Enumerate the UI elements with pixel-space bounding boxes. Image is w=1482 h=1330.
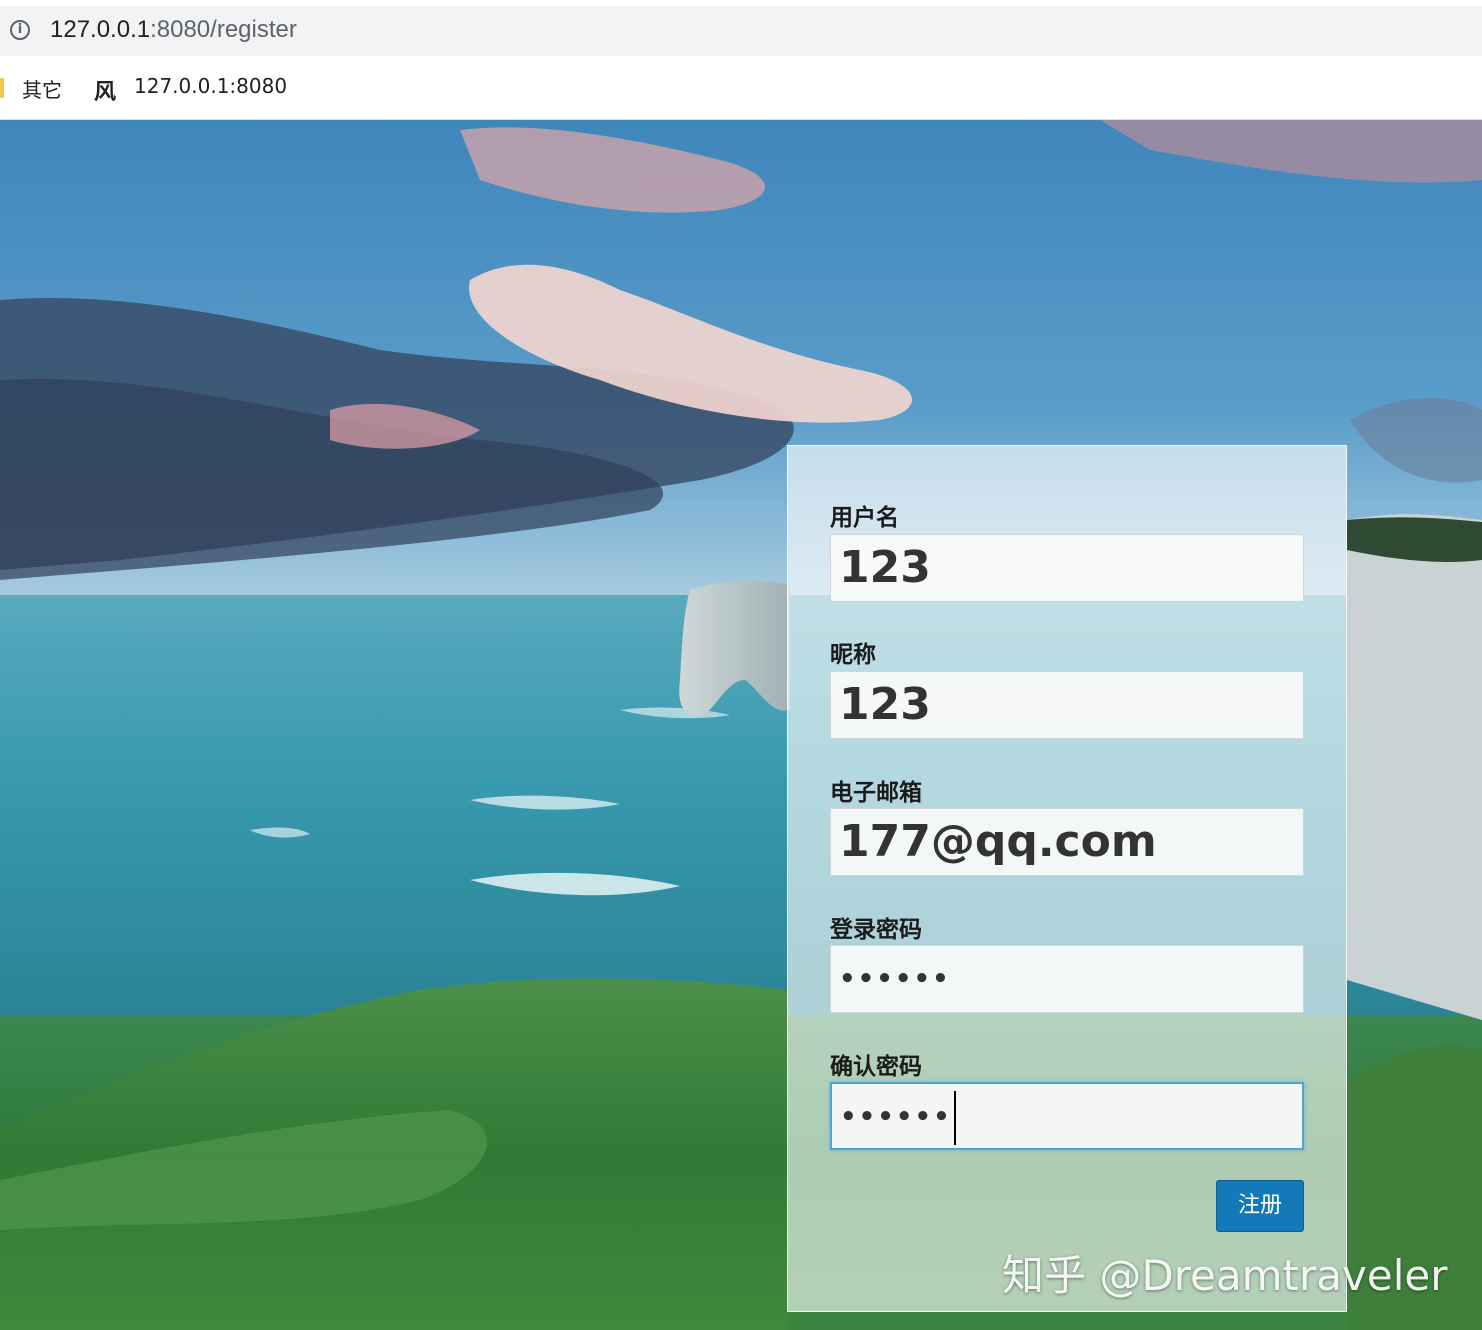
username-label: 用户名 bbox=[830, 505, 899, 531]
url-path: :8080/register bbox=[150, 16, 297, 43]
register-button[interactable]: 注册 bbox=[1216, 1180, 1304, 1232]
confirm-password-input[interactable]: •••••• bbox=[830, 1082, 1304, 1150]
register-panel: 用户名 123 昵称 123 电子邮箱 177@qq.com 登录密码 ••••… bbox=[787, 445, 1347, 1312]
bookmarks-bar: 其它 风 127.0.0.1:8080 bbox=[0, 56, 1482, 120]
username-input[interactable]: 123 bbox=[830, 534, 1304, 602]
info-icon[interactable]: i bbox=[10, 20, 30, 40]
email-label: 电子邮箱 bbox=[830, 780, 922, 806]
password-label: 登录密码 bbox=[830, 917, 922, 943]
nickname-label: 昵称 bbox=[830, 642, 876, 668]
site-favicon-icon: 风 bbox=[94, 79, 117, 105]
watermark: 知乎 @Dreamtraveler bbox=[1002, 1251, 1448, 1300]
password-input[interactable]: •••••• bbox=[830, 945, 1304, 1013]
url-text[interactable]: 127.0.0.1:8080/register bbox=[50, 16, 297, 44]
confirm-password-value: •••••• bbox=[840, 1102, 952, 1132]
address-bar[interactable]: i 127.0.0.1:8080/register bbox=[0, 6, 1482, 56]
nickname-input[interactable]: 123 bbox=[830, 671, 1304, 739]
url-host: 127.0.0.1 bbox=[50, 16, 151, 43]
text-caret bbox=[953, 1090, 956, 1145]
folder-icon bbox=[0, 78, 4, 98]
confirm-password-label: 确认密码 bbox=[830, 1054, 922, 1080]
email-input[interactable]: 177@qq.com bbox=[830, 808, 1304, 876]
bookmark-other[interactable]: 其它 bbox=[22, 74, 62, 103]
bookmark-localhost[interactable]: 127.0.0.1:8080 bbox=[134, 74, 287, 98]
